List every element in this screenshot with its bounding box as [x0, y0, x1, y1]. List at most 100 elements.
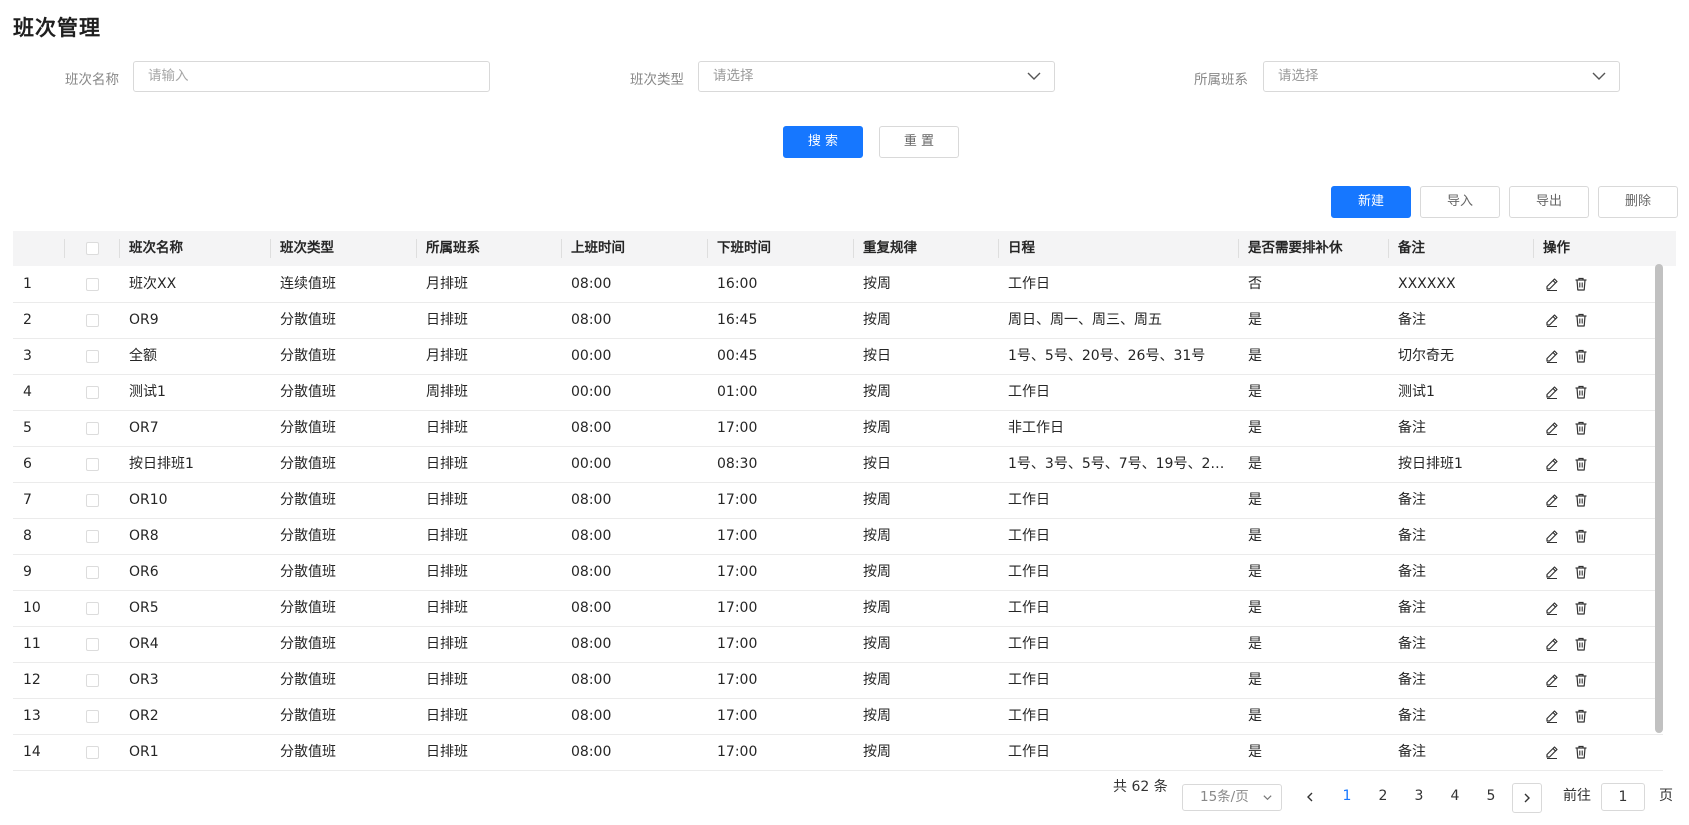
delete-button[interactable]: 删除: [1598, 186, 1678, 218]
trash-icon[interactable]: [1573, 708, 1589, 724]
column-header-start-time[interactable]: 上班时间: [571, 231, 625, 266]
row-checkbox[interactable]: [86, 530, 99, 543]
column-header-repeat-rule[interactable]: 重复规律: [863, 231, 917, 266]
shift-system-cell: 周排班: [426, 384, 468, 400]
edit-icon[interactable]: [1544, 528, 1560, 544]
need-leave-cell: 是: [1248, 744, 1262, 760]
table-row[interactable]: 12 OR3 分散值班 日排班 08:00 17:00 按周 工作日 是 备注: [13, 662, 1663, 699]
row-checkbox[interactable]: [86, 674, 99, 687]
table-row[interactable]: 13 OR2 分散值班 日排班 08:00 17:00 按周 工作日 是 备注: [13, 698, 1663, 735]
reset-button[interactable]: 重 置: [879, 126, 959, 158]
row-index-cell: 12: [23, 672, 41, 688]
trash-icon[interactable]: [1573, 672, 1589, 688]
column-header-remark[interactable]: 备注: [1398, 231, 1425, 266]
table-row[interactable]: 2 OR9 分散值班 日排班 08:00 16:45 按周 周日、周一、周三、周五 是 备注: [13, 302, 1663, 339]
select-all-checkbox[interactable]: [86, 242, 99, 255]
table-row[interactable]: 3 全额 分散值班 月排班 00:00 00:45 按日 1号、5号、20号、26号、31号 是…: [13, 338, 1663, 375]
trash-icon[interactable]: [1573, 492, 1589, 508]
edit-icon[interactable]: [1544, 312, 1560, 328]
table-row[interactable]: 1 班次XX 连续值班 月排班 08:00 16:00 按周 工作日 否 XXXXXX: [13, 266, 1663, 303]
row-index-cell: 11: [23, 636, 41, 652]
schedule-cell: 工作日: [1008, 600, 1050, 616]
edit-icon[interactable]: [1544, 348, 1560, 364]
row-checkbox[interactable]: [86, 386, 99, 399]
row-checkbox[interactable]: [86, 566, 99, 579]
trash-icon[interactable]: [1573, 600, 1589, 616]
end-time-cell: 08:30: [717, 456, 758, 472]
trash-icon[interactable]: [1573, 744, 1589, 760]
trash-icon[interactable]: [1573, 456, 1589, 472]
row-checkbox[interactable]: [86, 494, 99, 507]
row-checkbox[interactable]: [86, 350, 99, 363]
row-checkbox[interactable]: [86, 314, 99, 327]
edit-icon[interactable]: [1544, 384, 1560, 400]
table-row[interactable]: 8 OR8 分散值班 日排班 08:00 17:00 按周 工作日 是 备注: [13, 518, 1663, 555]
edit-icon[interactable]: [1544, 600, 1560, 616]
start-time-cell: 08:00: [571, 312, 612, 328]
row-checkbox[interactable]: [86, 422, 99, 435]
repeat-rule-cell: 按周: [863, 420, 891, 436]
edit-icon[interactable]: [1544, 420, 1560, 436]
column-header-end-time[interactable]: 下班时间: [717, 231, 771, 266]
edit-icon[interactable]: [1544, 276, 1560, 292]
next-page-button[interactable]: [1512, 783, 1542, 813]
edit-icon[interactable]: [1544, 708, 1560, 724]
table-row[interactable]: 6 按日排班1 分散值班 日排班 00:00 08:30 按日 1号、3号、5号、7号、19号…: [13, 446, 1663, 483]
row-checkbox[interactable]: [86, 746, 99, 759]
page-4-button[interactable]: 4: [1442, 780, 1468, 812]
table-row[interactable]: 9 OR6 分散值班 日排班 08:00 17:00 按周 工作日 是 备注: [13, 554, 1663, 591]
shift-name-field[interactable]: [133, 61, 490, 92]
table-row[interactable]: 7 OR10 分散值班 日排班 08:00 17:00 按周 工作日 是 备注: [13, 482, 1663, 519]
row-index-cell: 4: [23, 384, 32, 400]
edit-icon[interactable]: [1544, 492, 1560, 508]
table-scrollbar[interactable]: [1655, 264, 1663, 733]
trash-icon[interactable]: [1573, 384, 1589, 400]
trash-icon[interactable]: [1573, 348, 1589, 364]
column-divider: [64, 239, 65, 258]
column-header-shift-system[interactable]: 所属班系: [426, 231, 480, 266]
trash-icon[interactable]: [1573, 312, 1589, 328]
table-row[interactable]: 14 OR1 分散值班 日排班 08:00 17:00 按周 工作日 是 备注: [13, 734, 1663, 771]
page-size-select[interactable]: 15条/页: [1182, 784, 1282, 811]
column-header-shift-name[interactable]: 班次名称: [129, 231, 183, 266]
column-header-schedule[interactable]: 日程: [1008, 231, 1035, 266]
edit-icon[interactable]: [1544, 456, 1560, 472]
page-1-button[interactable]: 1: [1334, 780, 1360, 812]
row-checkbox[interactable]: [86, 602, 99, 615]
table-row[interactable]: 4 测试1 分散值班 周排班 00:00 01:00 按周 工作日 是 测试1: [13, 374, 1663, 411]
column-header-need-compensatory-leave[interactable]: 是否需要排补休: [1248, 231, 1343, 266]
new-button[interactable]: 新建: [1331, 186, 1411, 218]
trash-icon[interactable]: [1573, 276, 1589, 292]
row-checkbox[interactable]: [86, 278, 99, 291]
page-2-button[interactable]: 2: [1370, 780, 1396, 812]
remark-cell: 备注: [1398, 528, 1426, 544]
goto-page-input[interactable]: 1: [1601, 783, 1645, 811]
row-checkbox[interactable]: [86, 638, 99, 651]
column-header-shift-type[interactable]: 班次类型: [280, 231, 334, 266]
edit-icon[interactable]: [1544, 744, 1560, 760]
edit-icon[interactable]: [1544, 636, 1560, 652]
prev-page-icon[interactable]: [1303, 790, 1317, 804]
shift-name-input[interactable]: [148, 62, 475, 91]
shift-type-select[interactable]: 请选择: [698, 61, 1055, 92]
export-button[interactable]: 导出: [1509, 186, 1589, 218]
chevron-down-icon: [1263, 795, 1272, 801]
edit-icon[interactable]: [1544, 672, 1560, 688]
trash-icon[interactable]: [1573, 564, 1589, 580]
table-row[interactable]: 5 OR7 分散值班 日排班 08:00 17:00 按周 非工作日 是 备注: [13, 410, 1663, 447]
shift-system-select[interactable]: 请选择: [1263, 61, 1620, 92]
shift-system-cell: 日排班: [426, 492, 468, 508]
import-button[interactable]: 导入: [1420, 186, 1500, 218]
trash-icon[interactable]: [1573, 420, 1589, 436]
table-row[interactable]: 11 OR4 分散值班 日排班 08:00 17:00 按周 工作日 是 备注: [13, 626, 1663, 663]
trash-icon[interactable]: [1573, 528, 1589, 544]
trash-icon[interactable]: [1573, 636, 1589, 652]
page-3-button[interactable]: 3: [1406, 780, 1432, 812]
row-checkbox[interactable]: [86, 710, 99, 723]
search-button[interactable]: 搜 索: [783, 126, 863, 158]
column-divider: [998, 239, 999, 258]
table-row[interactable]: 10 OR5 分散值班 日排班 08:00 17:00 按周 工作日 是 备注: [13, 590, 1663, 627]
row-checkbox[interactable]: [86, 458, 99, 471]
edit-icon[interactable]: [1544, 564, 1560, 580]
page-5-button[interactable]: 5: [1478, 780, 1504, 812]
